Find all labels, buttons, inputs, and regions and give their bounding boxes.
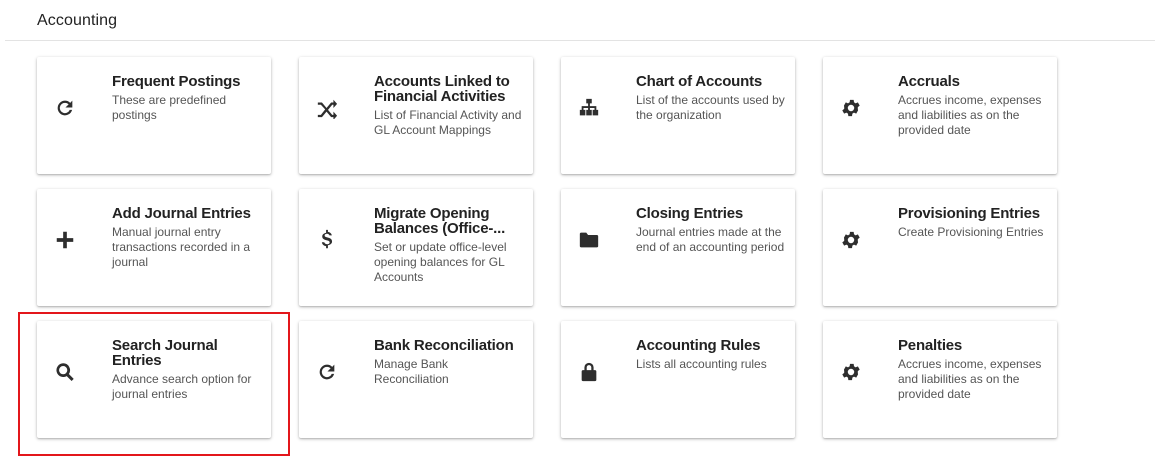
card-frequent-postings[interactable]: Frequent Postings These are predefined p…	[37, 57, 271, 174]
card-title: Add Journal Entries	[112, 205, 251, 222]
lock-icon	[576, 359, 602, 385]
card-title: Accruals	[898, 73, 960, 90]
card-title: Accounting Rules	[636, 337, 761, 354]
gear-icon	[838, 359, 864, 385]
card-description: Accrues income, expenses and liabilities…	[898, 357, 1042, 401]
plus-icon	[52, 227, 78, 253]
title-divider	[5, 40, 1155, 41]
card-title: Search Journal Entries	[112, 337, 218, 369]
card-title: Closing Entries	[636, 205, 744, 222]
card-bank-reconciliation[interactable]: Bank Reconciliation Manage Bank Reconcil…	[299, 321, 533, 438]
card-description: Accrues income, expenses and liabilities…	[898, 93, 1042, 137]
shuffle-icon	[314, 95, 340, 121]
card-closing-entries[interactable]: Closing Entries Journal entries made at …	[561, 189, 795, 306]
card-description: List of Financial Activity and GL Accoun…	[374, 108, 522, 137]
card-title: Penalties	[898, 337, 963, 354]
card-search-journal-entries[interactable]: Search Journal Entries Advance search op…	[37, 321, 271, 438]
card-description: Journal entries made at the end of an ac…	[636, 225, 785, 254]
sitemap-icon	[576, 95, 602, 121]
card-title: Chart of Accounts	[636, 73, 763, 90]
card-title: Bank Reconciliation	[374, 337, 514, 354]
search-icon	[52, 359, 78, 385]
card-description: Lists all accounting rules	[636, 357, 767, 371]
gear-icon	[838, 95, 864, 121]
card-description: List of the accounts used by the organiz…	[636, 93, 785, 122]
card-title: Frequent Postings	[112, 73, 241, 90]
card-accruals[interactable]: Accruals Accrues income, expenses and li…	[823, 57, 1057, 174]
folder-icon	[576, 227, 602, 253]
card-description: Manage Bank Reconciliation	[374, 357, 449, 386]
card-title: Accounts Linked to Financial Activities	[374, 73, 510, 105]
card-description: Create Provisioning Entries	[898, 225, 1044, 239]
gear-icon	[838, 227, 864, 253]
card-description: Advance search option for journal entrie…	[112, 372, 252, 401]
card-description: These are predefined postings	[112, 93, 227, 122]
refresh-icon	[52, 95, 78, 121]
card-description: Set or update office-level opening balan…	[374, 240, 507, 284]
card-chart-of-accounts[interactable]: Chart of Accounts List of the accounts u…	[561, 57, 795, 174]
card-title: Migrate Opening Balances (Office-...	[374, 205, 506, 237]
card-migrate-opening-balances[interactable]: Migrate Opening Balances (Office-... Set…	[299, 189, 533, 306]
card-title: Provisioning Entries	[898, 205, 1040, 222]
card-description: Manual journal entry transactions record…	[112, 225, 251, 269]
card-provisioning-entries[interactable]: Provisioning Entries Create Provisioning…	[823, 189, 1057, 306]
section-title: Accounting	[37, 12, 118, 29]
card-penalties[interactable]: Penalties Accrues income, expenses and l…	[823, 321, 1057, 438]
card-accounting-rules[interactable]: Accounting Rules Lists all accounting ru…	[561, 321, 795, 438]
dollar-icon	[314, 227, 340, 253]
refresh-icon	[314, 359, 340, 385]
card-accounts-linked[interactable]: Accounts Linked to Financial Activities …	[299, 57, 533, 174]
card-add-journal-entries[interactable]: Add Journal Entries Manual journal entry…	[37, 189, 271, 306]
accounting-card-grid: Frequent Postings These are predefined p…	[37, 57, 1057, 438]
